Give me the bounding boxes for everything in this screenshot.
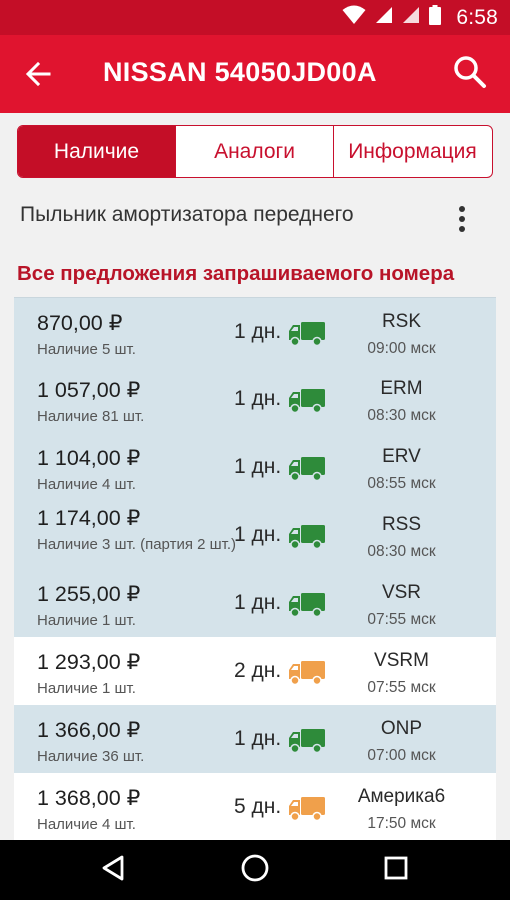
supplier-code: ONP <box>380 718 423 739</box>
content: Наличие Аналоги Информация Пыльник аморт… <box>0 113 510 840</box>
delivery-days: 2 дн. <box>234 659 282 682</box>
list-item[interactable]: 1 104,00 ₽ Наличие 4 шт. 1 дн. ERV 08:55… <box>14 433 496 501</box>
stock-quantity: Наличие 3 шт. (партия 2 шт.) <box>37 536 237 553</box>
truck-icon <box>289 593 325 617</box>
tab-availability[interactable]: Наличие <box>18 126 176 177</box>
delivery-days: 1 дн. <box>234 523 282 546</box>
truck-icon <box>289 797 325 821</box>
battery-icon <box>429 5 442 30</box>
truck-icon <box>289 322 325 346</box>
supplier-time: 07:00 мск <box>367 747 436 764</box>
supplier-code: ERV <box>382 446 421 467</box>
price: 870,00 ₽ <box>37 311 123 335</box>
price: 1 174,00 ₽ <box>37 506 141 530</box>
supplier-time: 09:00 мск <box>367 340 436 357</box>
supplier-code: ERM <box>380 378 423 399</box>
supplier-time: 08:30 мск <box>367 407 436 424</box>
truck-icon <box>289 661 325 685</box>
part-description: Пыльник амортизатора переднего <box>20 203 354 226</box>
search-icon <box>453 55 487 94</box>
tab-bar: Наличие Аналоги Информация <box>17 125 493 178</box>
stock-quantity: Наличие 1 шт. <box>37 612 136 629</box>
status-bar: 6:58 <box>0 0 510 35</box>
list-item[interactable]: 1 293,00 ₽ Наличие 1 шт. 2 дн. VSRM 07:5… <box>14 637 496 705</box>
delivery-days: 1 дн. <box>234 387 282 410</box>
nav-home-button[interactable] <box>237 852 273 888</box>
list-item[interactable]: 1 255,00 ₽ Наличие 1 шт. 1 дн. VSR 07:55… <box>14 569 496 637</box>
delivery-days: 1 дн. <box>234 455 282 478</box>
delivery-days: 1 дн. <box>234 727 282 750</box>
supplier-time: 08:55 мск <box>367 475 436 492</box>
list-item[interactable]: 870,00 ₽ Наличие 5 шт. 1 дн. RSK 09:00 м… <box>14 297 496 365</box>
stock-quantity: Наличие 81 шт. <box>37 408 145 425</box>
delivery-days: 1 дн. <box>234 320 282 343</box>
list-item[interactable]: 1 057,00 ₽ Наличие 81 шт. 1 дн. ERM 08:3… <box>14 365 496 433</box>
home-circle-icon <box>240 853 270 888</box>
app-bar: NISSAN 54050JD00A <box>0 35 510 113</box>
signal-icon <box>375 6 393 29</box>
truck-icon <box>289 525 325 549</box>
wifi-icon <box>342 5 366 30</box>
supplier-time: 07:55 мск <box>367 611 436 628</box>
supplier-code: VSRM <box>374 650 429 671</box>
back-button[interactable] <box>18 56 58 96</box>
more-vertical-icon[interactable] <box>446 199 478 239</box>
supplier-code: RSS <box>381 514 422 535</box>
stock-quantity: Наличие 4 шт. <box>37 816 136 833</box>
stock-quantity: Наличие 4 шт. <box>37 476 136 493</box>
supplier-time: 08:30 мск <box>367 543 436 560</box>
list-item[interactable]: 1 366,00 ₽ Наличие 36 шт. 1 дн. ONP 07:0… <box>14 705 496 773</box>
page-title: NISSAN 54050JD00A <box>103 57 377 87</box>
tab-information[interactable]: Информация <box>334 126 491 177</box>
price: 1 057,00 ₽ <box>37 378 141 402</box>
list-item[interactable]: 1 174,00 ₽ Наличие 3 шт. (партия 2 шт.) … <box>14 501 496 569</box>
offer-list: 870,00 ₽ Наличие 5 шт. 1 дн. RSK 09:00 м… <box>14 297 496 840</box>
signal-icon <box>402 6 420 29</box>
nav-back-button[interactable] <box>95 852 131 888</box>
status-time: 6:58 <box>456 5 498 29</box>
arrow-left-icon <box>25 61 51 92</box>
supplier-code: RSK <box>381 311 422 332</box>
price: 1 104,00 ₽ <box>37 446 141 470</box>
supplier-code: Америка6 <box>357 786 446 807</box>
truck-icon <box>289 457 325 481</box>
navigation-bar <box>0 840 510 900</box>
nav-recents-button[interactable] <box>378 852 414 888</box>
supplier-code: VSR <box>381 582 422 603</box>
supplier-time: 17:50 мск <box>367 815 436 832</box>
delivery-days: 1 дн. <box>234 591 282 614</box>
status-icons: 6:58 <box>342 0 498 35</box>
supplier-time: 07:55 мск <box>367 679 436 696</box>
stock-quantity: Наличие 1 шт. <box>37 680 136 697</box>
price: 1 255,00 ₽ <box>37 582 141 606</box>
stock-quantity: Наличие 36 шт. <box>37 748 145 765</box>
price: 1 368,00 ₽ <box>37 786 141 810</box>
truck-icon <box>289 729 325 753</box>
stock-quantity: Наличие 5 шт. <box>37 341 136 358</box>
section-title: Все предложения запрашиваемого номера <box>17 262 455 285</box>
tab-analogs[interactable]: Аналоги <box>176 126 334 177</box>
price: 1 366,00 ₽ <box>37 718 141 742</box>
part-description-row: Пыльник амортизатора переднего <box>0 189 510 241</box>
search-button[interactable] <box>448 52 492 96</box>
price: 1 293,00 ₽ <box>37 650 141 674</box>
back-triangle-icon <box>100 854 126 887</box>
list-item[interactable]: 1 368,00 ₽ Наличие 4 шт. 5 дн. Америка6 … <box>14 773 496 840</box>
truck-icon <box>289 389 325 413</box>
recents-square-icon <box>383 855 409 886</box>
delivery-days: 5 дн. <box>234 795 282 818</box>
